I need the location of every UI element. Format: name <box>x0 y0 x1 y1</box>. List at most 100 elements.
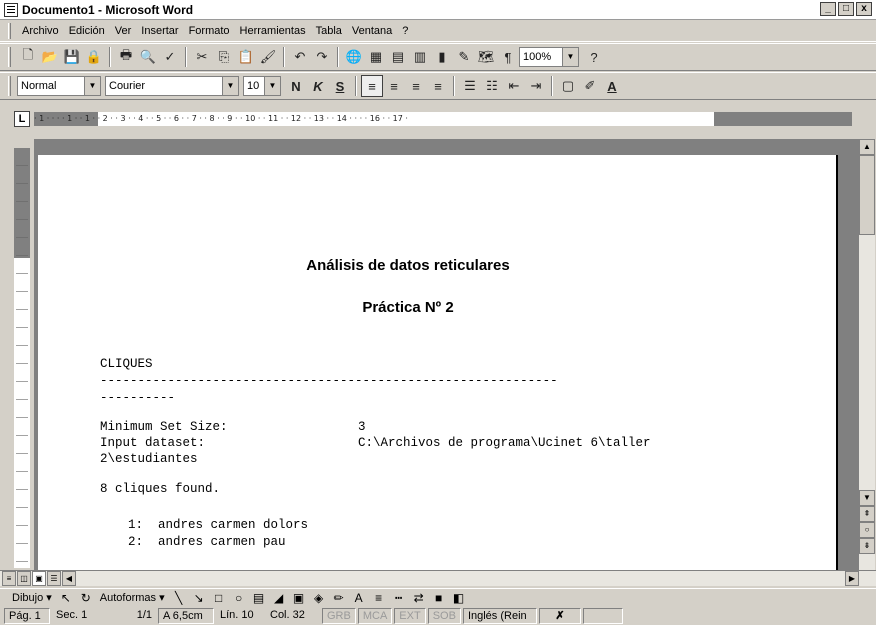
arrow-style-icon[interactable]: ⇄ <box>409 591 429 605</box>
scroll-left-icon[interactable]: ◀ <box>62 571 76 586</box>
select-objects-icon[interactable]: ↖ <box>56 591 76 605</box>
status-rec[interactable]: GRB <box>322 608 356 624</box>
increase-indent-icon[interactable]: ⇥ <box>525 75 547 97</box>
menu-herramientas[interactable]: Herramientas <box>235 25 311 37</box>
show-formatting-icon[interactable]: ¶ <box>497 46 519 68</box>
minimize-button[interactable]: _ <box>820 2 836 16</box>
line-icon[interactable]: ╲ <box>169 591 189 605</box>
line-style-icon[interactable]: ≡ <box>369 591 389 605</box>
style-select[interactable]: Normal ▼ <box>17 76 101 96</box>
clipart-icon[interactable]: ▣ <box>289 591 309 605</box>
highlight-icon[interactable]: ✐ <box>579 75 601 97</box>
copy-icon[interactable]: ⎘ <box>213 46 235 68</box>
new-icon[interactable]: 🗋 <box>17 46 39 68</box>
scroll-thumb[interactable] <box>859 155 875 235</box>
borders-icon[interactable]: ▢ <box>557 75 579 97</box>
insert-excel-icon[interactable]: ▥ <box>409 46 431 68</box>
shadow-icon[interactable]: ■ <box>429 591 449 605</box>
vertical-ruler[interactable] <box>14 148 30 568</box>
toolbar-grip[interactable] <box>8 47 11 67</box>
align-left-icon[interactable]: ≡ <box>361 75 383 97</box>
status-ovr[interactable]: SOB <box>427 608 461 624</box>
menu-ventana[interactable]: Ventana <box>347 25 397 37</box>
draw-menu-button[interactable]: Dibujo ▾ <box>8 591 56 604</box>
vertical-scrollbar[interactable]: ▲ ▼ ⇞ ○ ⇟ <box>859 139 875 570</box>
menu-archivo[interactable]: Archivo <box>17 25 64 37</box>
scroll-right-icon[interactable]: ▶ <box>845 571 859 586</box>
status-trk[interactable]: MCA <box>357 608 393 624</box>
chevron-down-icon[interactable]: ▼ <box>222 77 238 95</box>
font-select[interactable]: Courier ▼ <box>105 76 239 96</box>
chevron-down-icon[interactable]: ▼ <box>562 48 578 66</box>
help-icon[interactable]: ? <box>583 46 605 68</box>
italic-button[interactable]: K <box>307 75 329 97</box>
columns-icon[interactable]: ▮ <box>431 46 453 68</box>
arrow-icon[interactable]: ↘ <box>189 591 209 605</box>
save-icon[interactable]: 💾 <box>61 46 83 68</box>
dash-style-icon[interactable]: ┅ <box>389 591 409 605</box>
previous-page-icon[interactable]: ⇞ <box>859 506 875 522</box>
open-icon[interactable]: 📂 <box>39 46 61 68</box>
cut-icon[interactable]: ✂ <box>191 46 213 68</box>
status-ext[interactable]: EXT <box>394 608 426 624</box>
word-app-icon[interactable] <box>4 2 18 17</box>
horizontal-scrollbar[interactable]: ≡ ◫ ▣ ☰ ◀ ▶ <box>0 570 876 586</box>
drawing-icon[interactable]: ✎ <box>453 46 475 68</box>
justify-icon[interactable]: ≡ <box>427 75 449 97</box>
rectangle-icon[interactable]: □ <box>209 591 229 605</box>
browse-object-icon[interactable]: ○ <box>859 522 875 538</box>
zoom-select[interactable]: 100% ▼ <box>519 47 579 67</box>
scroll-up-icon[interactable]: ▲ <box>859 139 875 155</box>
fill-color-icon[interactable]: ◈ <box>309 591 329 605</box>
chevron-down-icon[interactable]: ▼ <box>264 77 280 95</box>
autoshapes-menu-button[interactable]: Autoformas ▾ <box>96 591 169 604</box>
menu-formato[interactable]: Formato <box>184 25 235 37</box>
3d-icon[interactable]: ◧ <box>449 591 469 605</box>
tables-borders-icon[interactable]: ▦ <box>365 46 387 68</box>
restore-button[interactable]: □ <box>838 2 854 16</box>
font-size-select[interactable]: 10 ▼ <box>243 76 281 96</box>
undo-icon[interactable]: ↶ <box>289 46 311 68</box>
menu-help[interactable]: ? <box>397 25 413 37</box>
status-language[interactable]: Inglés (Rein <box>462 608 537 624</box>
paste-icon[interactable]: 📋 <box>235 46 257 68</box>
menu-ver[interactable]: Ver <box>110 25 137 37</box>
wordart-icon[interactable]: ◢ <box>269 591 289 605</box>
spelling-status-icon[interactable]: ✗ <box>538 608 581 624</box>
hyperlink-icon[interactable]: 🌐 <box>343 46 365 68</box>
document-map-icon[interactable]: 🗺 <box>475 46 497 68</box>
print-icon[interactable]: 🖶 <box>115 46 137 68</box>
align-center-icon[interactable]: ≡ <box>383 75 405 97</box>
align-right-icon[interactable]: ≡ <box>405 75 427 97</box>
document-page[interactable]: Análisis de datos reticulares Práctica N… <box>38 155 838 570</box>
next-page-icon[interactable]: ⇟ <box>859 538 875 554</box>
spelling-icon[interactable]: ✓ <box>159 46 181 68</box>
redo-icon[interactable]: ↷ <box>311 46 333 68</box>
font-color-draw-icon[interactable]: A <box>349 591 369 605</box>
horizontal-ruler[interactable]: · 1 · · · · 1 · · 1 · · 2 · · 3 · · 4 · … <box>34 112 852 126</box>
insert-table-icon[interactable]: ▤ <box>387 46 409 68</box>
line-color-icon[interactable]: ✏ <box>329 591 349 605</box>
free-rotate-icon[interactable]: ↻ <box>76 591 96 605</box>
menu-edicion[interactable]: Edición <box>64 25 110 37</box>
scroll-down-icon[interactable]: ▼ <box>859 490 875 506</box>
print-preview-icon[interactable]: 🔍 <box>137 46 159 68</box>
normal-view-icon[interactable]: ≡ <box>2 571 16 586</box>
print-view-icon[interactable]: ▣ <box>32 571 46 586</box>
underline-button[interactable]: S <box>329 75 351 97</box>
menubar-grip[interactable] <box>8 22 11 39</box>
bold-button[interactable]: N <box>285 75 307 97</box>
chevron-down-icon[interactable]: ▼ <box>84 77 100 95</box>
oval-icon[interactable]: ○ <box>229 591 249 605</box>
decrease-indent-icon[interactable]: ⇤ <box>503 75 525 97</box>
font-color-icon[interactable]: A <box>601 75 623 97</box>
tab-selector[interactable]: L <box>14 111 30 127</box>
close-button[interactable]: x <box>856 2 872 16</box>
toolbar-grip[interactable] <box>8 76 11 96</box>
permission-icon[interactable]: 🔒 <box>83 46 105 68</box>
menu-insertar[interactable]: Insertar <box>136 25 183 37</box>
bullets-icon[interactable]: ☷ <box>481 75 503 97</box>
web-view-icon[interactable]: ◫ <box>17 571 31 586</box>
outline-view-icon[interactable]: ☰ <box>47 571 61 586</box>
format-painter-icon[interactable]: 🖌 <box>257 46 279 68</box>
